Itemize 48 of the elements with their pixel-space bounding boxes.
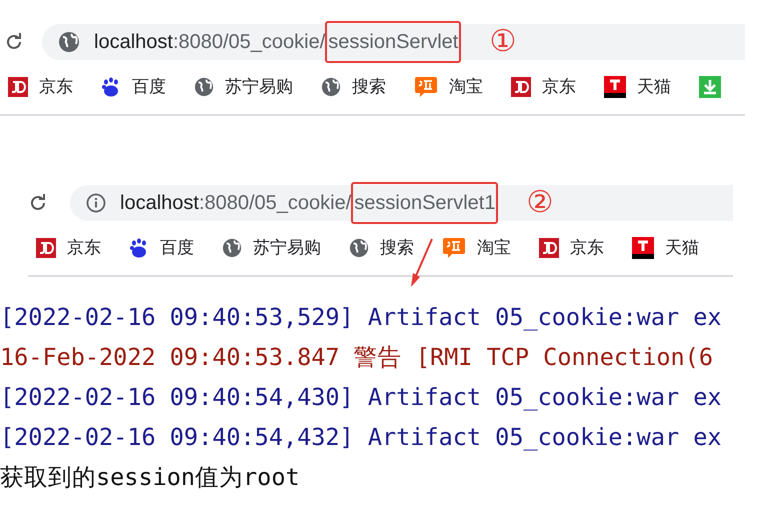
tmall-icon: [632, 237, 654, 259]
bookmark-label[interactable]: 百度: [132, 74, 166, 100]
globe-icon: [321, 77, 341, 97]
console-line: [2022-02-16 09:40:54,430] Artifact 05_cookie:war ex: [0, 382, 723, 413]
bookmark-label[interactable]: 淘宝: [477, 235, 511, 261]
globe-icon: [222, 238, 242, 258]
taobao-icon: [442, 236, 466, 260]
bookmark-label[interactable]: 搜索: [352, 74, 386, 100]
annotation-number: ②: [526, 188, 554, 218]
address-bar[interactable]: localhost:8080/05_cookie/sessionServlet ①: [42, 24, 745, 60]
paw-icon: [129, 238, 149, 258]
jd-icon: [36, 238, 56, 258]
jd-icon: [511, 77, 531, 97]
bookmark-label[interactable]: 淘宝: [449, 74, 483, 100]
url-path: :8080/05_cookie/: [198, 191, 352, 216]
console-line: 16-Feb-2022 09:40:53.847 警告 [RMI TCP Connection(6: [0, 342, 714, 373]
console-line: 获取到的session值为root: [0, 462, 301, 493]
bookmark-label[interactable]: 天猫: [665, 235, 699, 261]
globe-icon: [194, 77, 214, 97]
jd-icon: [539, 238, 559, 258]
reload-icon[interactable]: [28, 193, 48, 213]
bookmark-label[interactable]: 苏宁易购: [225, 74, 293, 100]
jd-icon: [8, 77, 28, 97]
url-highlight: sessionServlet1: [351, 182, 498, 224]
bookmark-label[interactable]: 天猫: [637, 74, 671, 100]
console-line: [2022-02-16 09:40:53,529] Artifact 05_cookie:war ex: [0, 302, 723, 333]
bookmark-label[interactable]: 搜索: [380, 235, 414, 261]
bookmark-label[interactable]: 京东: [570, 235, 604, 261]
tmall-icon: [604, 76, 626, 98]
reload-icon[interactable]: [4, 32, 24, 52]
annotation-number: ①: [489, 27, 516, 57]
url-path: :8080/05_cookie/: [172, 30, 326, 55]
paw-icon: [101, 77, 121, 97]
bookmark-label[interactable]: 京东: [542, 74, 576, 100]
console-line: [2022-02-16 09:40:54,432] Artifact 05_cookie:war ex: [0, 422, 723, 453]
url-host: localhost: [94, 30, 173, 55]
globe-icon[interactable]: [58, 31, 80, 53]
bookmark-label[interactable]: 百度: [160, 235, 194, 261]
address-bar[interactable]: localhost:8080/05_cookie/sessionServlet1 ②: [70, 185, 733, 221]
info-icon[interactable]: [86, 193, 106, 213]
url-host: localhost: [120, 191, 199, 216]
globe-icon: [349, 238, 369, 258]
bookmark-label[interactable]: 苏宁易购: [253, 235, 321, 261]
download-icon[interactable]: [699, 76, 721, 98]
bookmark-label[interactable]: 京东: [39, 74, 73, 100]
taobao-icon: [414, 75, 438, 99]
bookmark-label[interactable]: 京东: [67, 235, 101, 261]
url-highlight: sessionServlet: [325, 21, 462, 63]
